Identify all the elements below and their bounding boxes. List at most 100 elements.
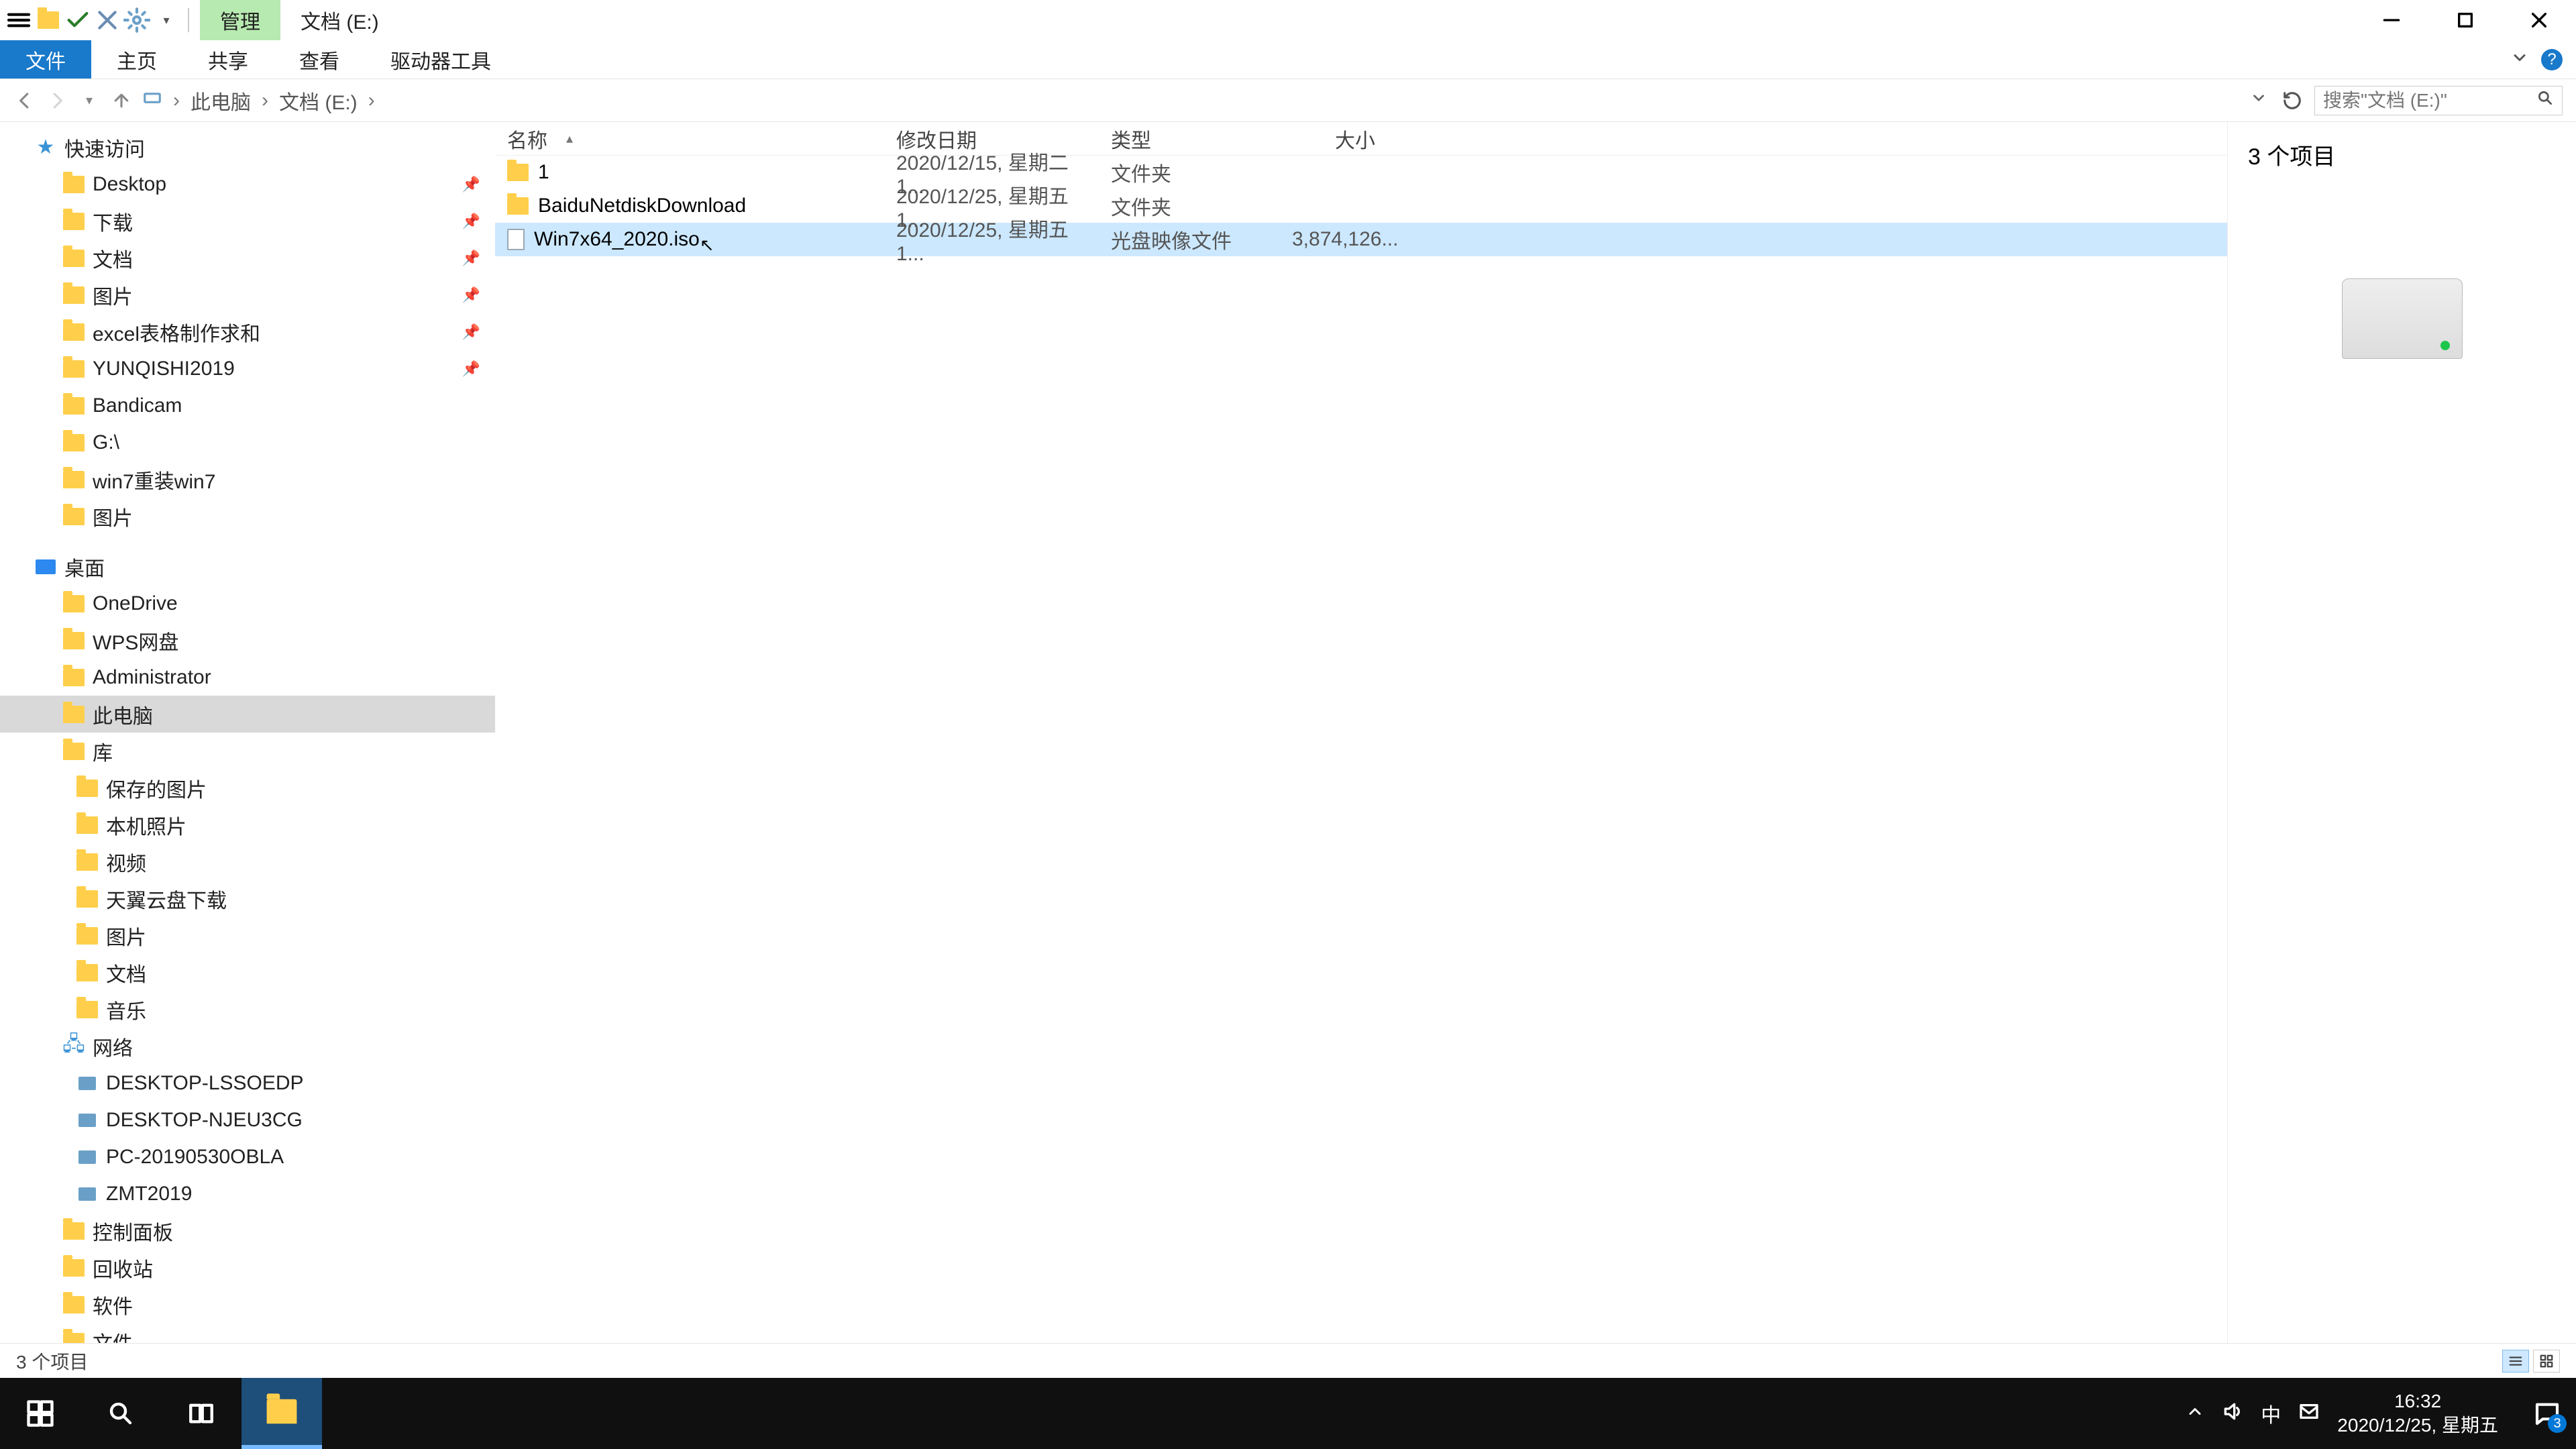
tray-overflow-icon[interactable] (2186, 1402, 2204, 1426)
navigation-pane[interactable]: ★快速访问Desktop📌下载📌文档📌图片📌 excel表格制作求和 📌 YUNQIS… (0, 122, 495, 1343)
nav-icon (62, 1256, 86, 1280)
taskbar-search-button[interactable] (80, 1378, 161, 1449)
back-button[interactable] (13, 89, 36, 112)
start-button[interactable] (0, 1378, 80, 1449)
nav-item[interactable]: 视频 (0, 843, 495, 880)
nav-label: DESKTOP-LSSOEDP (106, 1072, 304, 1095)
col-name[interactable]: 名称 (507, 124, 547, 154)
nav-item[interactable]: 回收站 (0, 1249, 495, 1286)
nav-item[interactable]: ZMT2019 (0, 1175, 495, 1212)
task-view-button[interactable] (161, 1378, 241, 1449)
view-details-button[interactable] (2502, 1350, 2529, 1373)
nav-item[interactable]: excel表格制作求和 📌 (0, 313, 495, 350)
nav-item[interactable]: DESKTOP-LSSOEDP (0, 1065, 495, 1102)
refresh-button[interactable] (2279, 91, 2305, 111)
mail-icon[interactable] (2298, 1401, 2320, 1427)
nav-item[interactable]: 文件 (0, 1323, 495, 1343)
file-list[interactable]: 名称▴ 修改日期 类型 大小 12020/12/15, 星期二 1...文件夹B… (495, 122, 2227, 1343)
col-size[interactable]: 大小 (1280, 124, 1387, 154)
volume-icon[interactable] (2222, 1401, 2243, 1427)
folder-open-icon[interactable] (35, 7, 62, 34)
minimize-button[interactable] (2355, 0, 2428, 40)
up-button[interactable] (110, 89, 133, 112)
file-row[interactable]: 12020/12/15, 星期二 1...文件夹 (495, 156, 2227, 189)
help-icon[interactable]: ? (2541, 49, 2563, 70)
nav-item[interactable]: 此电脑 (0, 696, 495, 733)
nav-item[interactable]: 天翼云盘下载 (0, 880, 495, 917)
maximize-button[interactable] (2428, 0, 2502, 40)
ribbon-tab-file[interactable]: 文件 (0, 40, 91, 78)
system-tray[interactable]: 中 16:32 2020/12/25, 星期五 3 (2180, 1389, 2576, 1438)
nav-item[interactable]: win7重装win7 (0, 461, 495, 498)
search-input[interactable] (2323, 90, 2536, 111)
close-window-button[interactable] (2502, 0, 2576, 40)
breadcrumb-dropdown-icon[interactable] (2250, 89, 2270, 112)
taskbar-explorer-button[interactable] (241, 1378, 322, 1449)
nav-item[interactable]: OneDrive (0, 585, 495, 622)
nav-item[interactable]: 音乐 (0, 991, 495, 1028)
checkmark-icon[interactable] (64, 7, 91, 34)
nav-icon (62, 1330, 86, 1344)
nav-item[interactable]: Desktop📌 (0, 166, 495, 203)
nav-item[interactable]: 控制面板 (0, 1212, 495, 1249)
column-headers[interactable]: 名称▴ 修改日期 类型 大小 (495, 122, 2227, 156)
ime-indicator[interactable]: 中 (2261, 1399, 2281, 1428)
title-context-tabs: 管理 文档 (E:) (200, 0, 399, 40)
tray-clock[interactable]: 16:32 2020/12/25, 星期五 (2337, 1389, 2506, 1438)
recent-locations-icon[interactable]: ▾ (78, 89, 101, 112)
nav-item[interactable]: 图片📌 (0, 276, 495, 313)
nav-label: 下载 (93, 207, 133, 236)
nav-icon (75, 1145, 99, 1169)
nav-item[interactable]: 文档📌 (0, 239, 495, 276)
file-type: 光盘映像文件 (1099, 225, 1280, 254)
file-row[interactable]: BaiduNetdiskDownload2020/12/25, 星期五 1...… (495, 189, 2227, 223)
nav-item[interactable]: ★快速访问 (0, 129, 495, 166)
nav-item[interactable]: 🖧网络 (0, 1028, 495, 1065)
file-row[interactable]: Win7x64_2020.iso↖2020/12/25, 星期五 1...光盘映… (495, 223, 2227, 256)
action-center-button[interactable]: 3 (2524, 1390, 2571, 1437)
pin-icon: 📌 (462, 323, 480, 341)
divider (188, 8, 189, 32)
nav-icon (75, 1108, 99, 1132)
nav-label: excel表格制作求和 (93, 317, 260, 347)
nav-item[interactable]: 库 (0, 733, 495, 769)
nav-item[interactable]: 本机照片 (0, 806, 495, 843)
search-icon[interactable] (2536, 89, 2554, 112)
nav-item[interactable]: 桌面 (0, 548, 495, 585)
col-type[interactable]: 类型 (1099, 124, 1280, 154)
nav-item[interactable]: 图片 (0, 498, 495, 535)
taskbar[interactable]: 中 16:32 2020/12/25, 星期五 3 (0, 1378, 2576, 1449)
close-icon[interactable] (94, 7, 121, 34)
ribbon-expand-icon[interactable] (2510, 48, 2529, 70)
context-tab-manage[interactable]: 管理 (200, 0, 280, 40)
ribbon-tab-home[interactable]: 主页 (91, 40, 182, 78)
nav-item[interactable]: YUNQISHI2019📌 (0, 350, 495, 387)
nav-item[interactable]: PC-20190530OBLA (0, 1138, 495, 1175)
ribbon-tab-share[interactable]: 共享 (182, 40, 274, 78)
nav-item[interactable]: 软件 (0, 1286, 495, 1323)
nav-item[interactable]: G:\ (0, 424, 495, 461)
ribbon-tab-drive-tools[interactable]: 驱动器工具 (365, 40, 517, 78)
forward-button[interactable] (46, 89, 68, 112)
nav-item[interactable]: DESKTOP-NJEU3CG (0, 1102, 495, 1138)
breadcrumb-current[interactable]: 文档 (E:) (279, 86, 358, 115)
search-box[interactable] (2314, 86, 2563, 115)
view-thumbnails-button[interactable] (2533, 1350, 2560, 1373)
nav-icon (62, 1293, 86, 1317)
nav-item[interactable]: Bandicam (0, 387, 495, 424)
nav-item[interactable]: 文档 (0, 954, 495, 991)
nav-icon (62, 246, 86, 270)
nav-label: 软件 (93, 1290, 133, 1320)
nav-item[interactable]: 保存的图片 (0, 769, 495, 806)
nav-item[interactable]: 图片 (0, 917, 495, 954)
breadcrumb[interactable]: 此电脑 文档 (E:) (142, 86, 2241, 115)
ribbon-tab-view[interactable]: 查看 (274, 40, 365, 78)
nav-item[interactable]: Administrator (0, 659, 495, 696)
nav-item[interactable]: WPS网盘 (0, 622, 495, 659)
gear-icon[interactable] (123, 7, 150, 34)
breadcrumb-root[interactable]: 此电脑 (191, 86, 251, 115)
nav-item[interactable]: 下载📌 (0, 203, 495, 239)
nav-icon (62, 357, 86, 381)
nav-label: 回收站 (93, 1253, 153, 1283)
qat-dropdown-icon[interactable]: ▾ (153, 7, 180, 34)
